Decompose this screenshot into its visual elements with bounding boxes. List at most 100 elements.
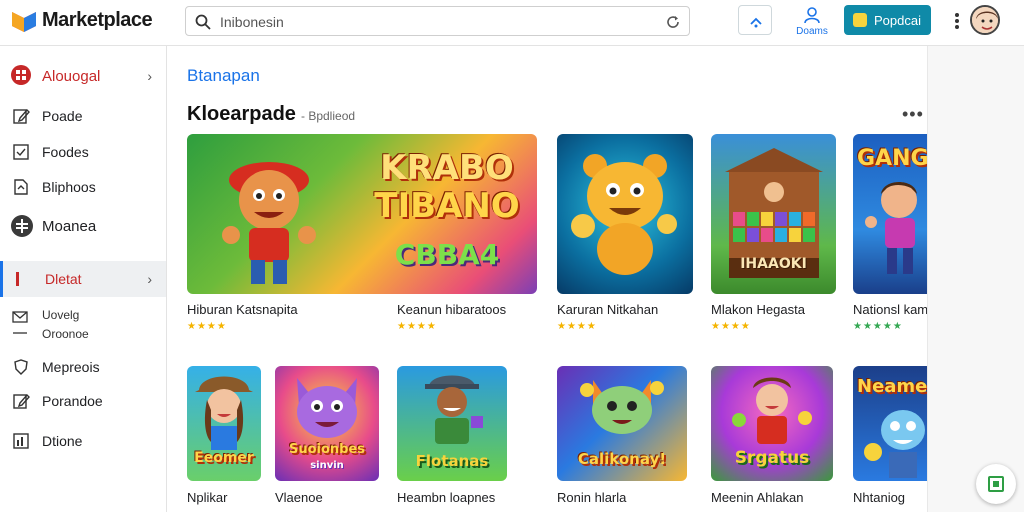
account-label: Doams [796, 26, 828, 37]
sidebar-item-uovelg[interactable]: Uovelg Oroonoe [0, 304, 166, 344]
app-name[interactable]: Karuran Nitkahan [557, 302, 658, 317]
app-thumbnail[interactable]: IHAAOKI [711, 134, 836, 294]
sidebar-item-dletat[interactable]: Dletat › [0, 261, 166, 297]
sidebar-item-moanea[interactable]: Moanea [0, 209, 166, 241]
top-bar: Marketplace Doams Popdcai [0, 0, 1024, 46]
app-thumbnail[interactable]: GANG [853, 134, 927, 294]
sidebar: Alouogal › Poade Foodes Bliphoos Moanea [0, 46, 167, 512]
category-icon [11, 65, 31, 85]
sidebar-item-label: Alouogal [42, 68, 101, 85]
app-thumbnail[interactable]: Calikonay! [557, 366, 687, 481]
floating-action-button[interactable] [976, 464, 1016, 504]
cat-character-icon [297, 378, 357, 438]
cta-button[interactable]: Popdcai [844, 5, 931, 35]
app-name[interactable]: Mlakon Hegasta [711, 302, 805, 317]
rating-stars: ★★★★ [187, 321, 227, 332]
rating-stars: ★★★★ [557, 321, 597, 332]
account-button[interactable]: Doams [790, 5, 834, 41]
user-icon [804, 7, 820, 24]
sidebar-item-poade[interactable]: Poade [0, 99, 166, 131]
app-name[interactable]: Vlaenoe [275, 490, 323, 505]
list-icon [13, 144, 29, 160]
chevron-right-icon: › [147, 68, 152, 84]
cartoon-character-icon [222, 162, 316, 284]
app-name[interactable]: Hiburan Katsnapita [187, 302, 298, 317]
sidebar-item-label: Moanea [42, 218, 97, 235]
sidebar-item-label: Dtione [42, 433, 83, 449]
edit-icon [13, 393, 30, 409]
fox-character-icon [580, 380, 664, 434]
search-input[interactable] [220, 12, 640, 32]
rating-stars: ★★★★★ [853, 321, 903, 332]
art-title: IHAAOKI [740, 256, 807, 272]
sidebar-item-label: Dletat [45, 271, 82, 287]
share-icon [750, 17, 762, 28]
line-icon [13, 332, 27, 334]
app-name[interactable]: Heambn loapnes [397, 490, 495, 505]
girl-character-icon [195, 376, 253, 450]
sidebar-item-label: Uovelg [42, 308, 80, 322]
sidebar-item-mepreois[interactable]: Mepreois [0, 350, 166, 382]
square-icon [988, 476, 1004, 492]
coin-icon [853, 13, 867, 27]
rating-stars: ★★★★ [397, 321, 437, 332]
art-title: Eeomer [194, 450, 254, 466]
avatar[interactable] [970, 5, 1000, 35]
edit-icon [13, 108, 30, 124]
art-title-3: CBBA4 [394, 238, 500, 271]
sidebar-item-porandoe[interactable]: Porandoe [0, 384, 166, 416]
sidebar-item-sublabel: Oroonoe [42, 327, 89, 341]
refresh-icon[interactable] [665, 14, 681, 30]
avatar-face-icon [972, 7, 998, 33]
app-name[interactable]: Keanun hibaratoos [397, 302, 506, 317]
app-name[interactable]: Nplikar [187, 490, 227, 505]
sidebar-item-alouogal[interactable]: Alouogal › [0, 59, 166, 91]
app-thumbnail[interactable]: Srgatus [711, 366, 833, 481]
search-bar[interactable] [185, 6, 690, 36]
sidebar-item-label: Bliphoos [42, 179, 96, 195]
kid-character-icon [732, 377, 812, 444]
art-title-2: sinvin [310, 460, 344, 471]
shield-icon [14, 359, 28, 375]
art-title: Calikonay! [577, 450, 667, 468]
app-thumbnail[interactable] [557, 134, 693, 294]
sidebar-item-foodes[interactable]: Foodes [0, 135, 166, 167]
bar-icon [16, 272, 19, 286]
app-name[interactable]: Nhtaniog [853, 490, 905, 505]
art-title: GANG [857, 146, 927, 171]
sidebar-item-label: Mepreois [42, 359, 100, 375]
app-name[interactable]: Nationsl kam [853, 302, 927, 317]
marketplace-logo-icon[interactable] [10, 8, 38, 34]
more-horiz-icon[interactable]: ••• [902, 104, 924, 125]
boy-character-icon [865, 182, 917, 274]
app-name[interactable]: Ronin hlarla [557, 490, 626, 505]
cta-label: Popdcai [874, 13, 921, 28]
breadcrumb[interactable]: Btanapan [187, 66, 260, 86]
explorer-character-icon [425, 375, 483, 444]
app-thumbnail[interactable]: KRABO TIBANO CBBA4 [187, 134, 537, 294]
main-content: Btanapan Kloearpade - Bpdlieod ••• KRABO… [167, 46, 927, 512]
robot-character-icon [864, 410, 925, 478]
app-thumbnail[interactable]: Neame [853, 366, 927, 481]
sidebar-item-dtione[interactable]: Dtione [0, 424, 166, 456]
sidebar-item-label: Porandoe [42, 393, 103, 409]
section-subtitle: - Bpdlieod [301, 109, 356, 123]
document-icon [14, 179, 28, 195]
more-vert-icon[interactable] [950, 10, 964, 32]
section-title: Kloearpade [187, 103, 296, 125]
app-thumbnail[interactable]: Eeomer [187, 366, 261, 481]
app-thumbnail[interactable]: Flotanas [397, 366, 507, 481]
art-title: Neame [857, 376, 927, 397]
art-title-2: TIBANO [374, 186, 520, 226]
chevron-right-icon: › [147, 271, 152, 287]
sidebar-item-label: Foodes [42, 144, 89, 160]
chart-icon [13, 433, 29, 449]
art-title: KRABO [380, 148, 514, 188]
sidebar-item-bliphoos[interactable]: Bliphoos [0, 170, 166, 202]
rating-stars: ★★★★ [711, 321, 751, 332]
brand-name: Marketplace [42, 9, 153, 31]
app-name[interactable]: Meenin Ahlakan [711, 490, 804, 505]
globe-icon [11, 215, 33, 237]
app-thumbnail[interactable]: Suoionbes sinvin [275, 366, 379, 481]
share-button[interactable] [738, 5, 772, 35]
